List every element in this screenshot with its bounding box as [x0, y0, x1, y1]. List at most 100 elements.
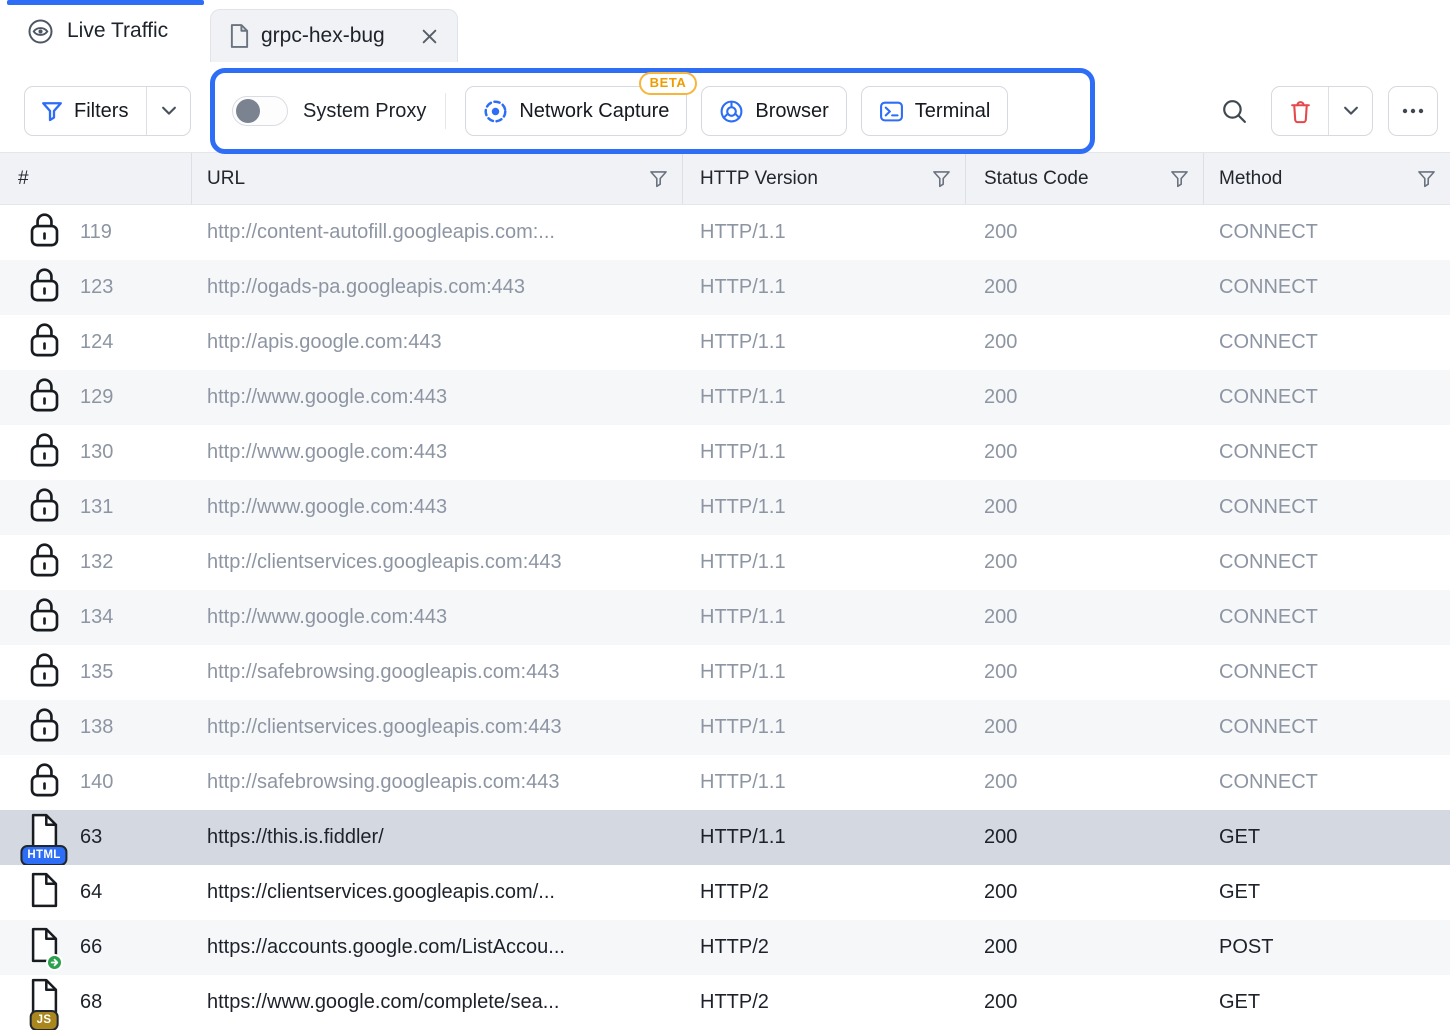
- status-code-cell: 200: [966, 661, 1204, 684]
- browser-button[interactable]: Browser: [701, 86, 846, 136]
- table-row[interactable]: HTML JS 66 https://accounts.google.com/L…: [0, 920, 1450, 975]
- method-filter-icon[interactable]: [1417, 170, 1436, 188]
- tab-session[interactable]: grpc-hex-bug: [210, 9, 458, 62]
- table-row[interactable]: HTML JS 129 http://www.google.com:443 HT…: [0, 370, 1450, 425]
- status-code-cell: 200: [966, 551, 1204, 574]
- browser-icon: [719, 99, 744, 124]
- table-row[interactable]: HTML JS 123 http://ogads-pa.googleapis.c…: [0, 260, 1450, 315]
- method-cell: CONNECT: [1204, 716, 1450, 739]
- table-row[interactable]: HTML JS 63 https://this.is.fiddler/ HTTP…: [0, 810, 1450, 865]
- status-code-cell: 200: [966, 881, 1204, 904]
- document-html-icon: HTML: [30, 813, 59, 855]
- num-cell: HTML JS 64: [0, 865, 192, 920]
- eye-icon: [27, 18, 54, 45]
- method-cell: CONNECT: [1204, 441, 1450, 464]
- status-code-filter-icon[interactable]: [1170, 170, 1189, 188]
- more-options-button[interactable]: [1388, 86, 1438, 136]
- table-row[interactable]: HTML JS 131 http://www.google.com:443 HT…: [0, 480, 1450, 535]
- filters-split-button: Filters: [24, 86, 191, 136]
- html-badge: HTML: [20, 845, 67, 865]
- url-cell: http://content-autofill.googleapis.com:.…: [192, 221, 683, 244]
- table-row[interactable]: HTML JS 64 https://clientservices.google…: [0, 865, 1450, 920]
- search-button[interactable]: [1212, 88, 1256, 134]
- table-row[interactable]: HTML JS 119 http://content-autofill.goog…: [0, 205, 1450, 260]
- status-code-cell: 200: [966, 441, 1204, 464]
- lock-icon: [29, 541, 60, 584]
- capture-icon: [483, 99, 508, 124]
- http-version-cell: HTTP/1.1: [683, 661, 966, 684]
- num-cell: HTML JS 140: [0, 755, 192, 810]
- table-row[interactable]: HTML JS 138 http://clientservices.google…: [0, 700, 1450, 755]
- method-cell: GET: [1204, 881, 1450, 904]
- browser-label: Browser: [755, 100, 828, 123]
- http-version-cell: HTTP/2: [683, 991, 966, 1014]
- url-cell: http://apis.google.com:443: [192, 331, 683, 354]
- column-header-index[interactable]: #: [0, 153, 192, 204]
- table-header: # URL HTTP Version Status Code Method: [0, 152, 1450, 205]
- url-cell: http://ogads-pa.googleapis.com:443: [192, 276, 683, 299]
- table-row[interactable]: HTML JS 68 https://www.google.com/comple…: [0, 975, 1450, 1030]
- filter-funnel-icon: [41, 101, 63, 122]
- close-tab-icon[interactable]: [416, 23, 442, 49]
- num-cell: HTML JS 129: [0, 370, 192, 425]
- status-code-cell: 200: [966, 496, 1204, 519]
- num-cell: HTML JS 66: [0, 920, 192, 975]
- session-number: 131: [80, 496, 113, 519]
- session-number: 124: [80, 331, 113, 354]
- session-number: 66: [80, 936, 102, 959]
- lock-icon: [29, 431, 60, 474]
- table-row[interactable]: HTML JS 124 http://apis.google.com:443 H…: [0, 315, 1450, 370]
- status-code-cell: 200: [966, 386, 1204, 409]
- url-cell: https://www.google.com/complete/sea...: [192, 991, 683, 1014]
- clear-sessions-button[interactable]: [1272, 87, 1328, 135]
- url-filter-icon[interactable]: [649, 170, 668, 188]
- table-row[interactable]: HTML JS 132 http://clientservices.google…: [0, 535, 1450, 590]
- url-cell: http://www.google.com:443: [192, 441, 683, 464]
- status-code-cell: 200: [966, 276, 1204, 299]
- http-version-cell: HTTP/2: [683, 881, 966, 904]
- url-cell: http://www.google.com:443: [192, 496, 683, 519]
- method-cell: CONNECT: [1204, 496, 1450, 519]
- column-header-status-code[interactable]: Status Code: [966, 153, 1204, 204]
- http-version-cell: HTTP/1.1: [683, 771, 966, 794]
- http-version-cell: HTTP/1.1: [683, 386, 966, 409]
- filters-dropdown-button[interactable]: [146, 87, 190, 135]
- column-label-index: #: [18, 168, 29, 190]
- status-code-cell: 200: [966, 716, 1204, 739]
- table-row[interactable]: HTML JS 140 http://safebrowsing.googleap…: [0, 755, 1450, 810]
- table-row[interactable]: HTML JS 134 http://www.google.com:443 HT…: [0, 590, 1450, 645]
- clear-sessions-dropdown-button[interactable]: [1328, 87, 1372, 135]
- search-icon: [1221, 98, 1248, 125]
- http-version-cell: HTTP/1.1: [683, 606, 966, 629]
- column-header-url[interactable]: URL: [192, 153, 683, 204]
- system-proxy-toggle[interactable]: [232, 96, 288, 126]
- table-row[interactable]: HTML JS 130 http://www.google.com:443 HT…: [0, 425, 1450, 480]
- tab-live-traffic-label: Live Traffic: [67, 19, 168, 43]
- status-code-cell: 200: [966, 606, 1204, 629]
- js-badge: JS: [30, 1010, 59, 1030]
- http-version-cell: HTTP/1.1: [683, 716, 966, 739]
- url-cell: https://this.is.fiddler/: [192, 826, 683, 849]
- filters-button[interactable]: Filters: [25, 87, 146, 135]
- http-version-filter-icon[interactable]: [932, 170, 951, 188]
- tab-session-label: grpc-hex-bug: [261, 24, 385, 48]
- column-label-url: URL: [207, 168, 245, 190]
- url-cell: https://clientservices.googleapis.com/..…: [192, 881, 683, 904]
- session-number: 129: [80, 386, 113, 409]
- column-label-method: Method: [1219, 168, 1282, 190]
- terminal-button[interactable]: Terminal: [861, 86, 1009, 136]
- num-cell: HTML JS 130: [0, 425, 192, 480]
- table-row[interactable]: HTML JS 135 http://safebrowsing.googleap…: [0, 645, 1450, 700]
- method-cell: GET: [1204, 826, 1450, 849]
- num-cell: HTML JS 124: [0, 315, 192, 370]
- num-cell: HTML JS 119: [0, 205, 192, 260]
- url-cell: http://clientservices.googleapis.com:443: [192, 551, 683, 574]
- tab-live-traffic[interactable]: Live Traffic: [0, 0, 210, 62]
- http-version-cell: HTTP/2: [683, 936, 966, 959]
- active-tab-indicator: [7, 0, 204, 5]
- url-cell: https://accounts.google.com/ListAccou...: [192, 936, 683, 959]
- status-code-cell: 200: [966, 936, 1204, 959]
- column-header-http-version[interactable]: HTTP Version: [683, 153, 966, 204]
- terminal-label: Terminal: [915, 100, 991, 123]
- column-header-method[interactable]: Method: [1204, 153, 1450, 204]
